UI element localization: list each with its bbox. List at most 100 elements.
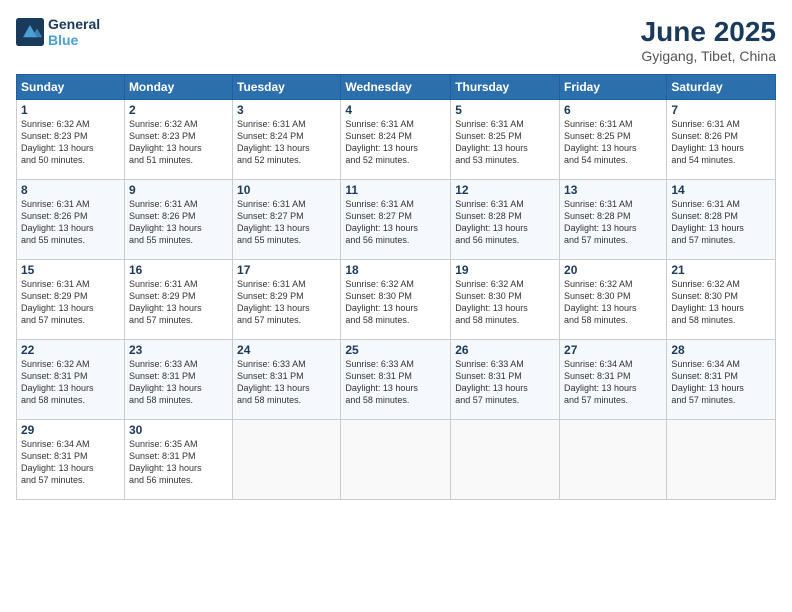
- week-row-5: 29Sunrise: 6:34 AM Sunset: 8:31 PM Dayli…: [17, 420, 776, 500]
- day-number: 11: [345, 183, 446, 197]
- calendar-cell: 23Sunrise: 6:33 AM Sunset: 8:31 PM Dayli…: [124, 340, 232, 420]
- day-number: 22: [21, 343, 120, 357]
- day-number: 30: [129, 423, 228, 437]
- day-info: Sunrise: 6:31 AM Sunset: 8:29 PM Dayligh…: [237, 278, 336, 327]
- calendar-cell: 1Sunrise: 6:32 AM Sunset: 8:23 PM Daylig…: [17, 100, 125, 180]
- page-header: General Blue June 2025 Gyigang, Tibet, C…: [16, 16, 776, 64]
- day-info: Sunrise: 6:31 AM Sunset: 8:24 PM Dayligh…: [237, 118, 336, 167]
- day-info: Sunrise: 6:31 AM Sunset: 8:29 PM Dayligh…: [129, 278, 228, 327]
- day-info: Sunrise: 6:32 AM Sunset: 8:30 PM Dayligh…: [345, 278, 446, 327]
- day-number: 19: [455, 263, 555, 277]
- calendar-cell: 22Sunrise: 6:32 AM Sunset: 8:31 PM Dayli…: [17, 340, 125, 420]
- dow-header-saturday: Saturday: [667, 75, 776, 100]
- day-info: Sunrise: 6:31 AM Sunset: 8:25 PM Dayligh…: [455, 118, 555, 167]
- dow-header-sunday: Sunday: [17, 75, 125, 100]
- day-number: 15: [21, 263, 120, 277]
- location: Gyigang, Tibet, China: [641, 48, 776, 64]
- day-number: 2: [129, 103, 228, 117]
- day-number: 24: [237, 343, 336, 357]
- day-info: Sunrise: 6:31 AM Sunset: 8:28 PM Dayligh…: [455, 198, 555, 247]
- day-info: Sunrise: 6:32 AM Sunset: 8:30 PM Dayligh…: [564, 278, 662, 327]
- day-info: Sunrise: 6:31 AM Sunset: 8:24 PM Dayligh…: [345, 118, 446, 167]
- day-info: Sunrise: 6:31 AM Sunset: 8:26 PM Dayligh…: [129, 198, 228, 247]
- day-number: 25: [345, 343, 446, 357]
- day-number: 9: [129, 183, 228, 197]
- calendar-cell: [341, 420, 451, 500]
- week-row-4: 22Sunrise: 6:32 AM Sunset: 8:31 PM Dayli…: [17, 340, 776, 420]
- calendar-cell: 27Sunrise: 6:34 AM Sunset: 8:31 PM Dayli…: [560, 340, 667, 420]
- calendar-cell: 10Sunrise: 6:31 AM Sunset: 8:27 PM Dayli…: [233, 180, 341, 260]
- dow-header-monday: Monday: [124, 75, 232, 100]
- day-number: 28: [671, 343, 771, 357]
- calendar-cell: [451, 420, 560, 500]
- calendar-cell: 15Sunrise: 6:31 AM Sunset: 8:29 PM Dayli…: [17, 260, 125, 340]
- week-row-1: 1 Sunrise: 6:32 AM Sunset: 8:23 PM Daylig…: [17, 100, 776, 180]
- days-of-week-row: SundayMondayTuesdayWednesdayThursdayFrid…: [17, 75, 776, 100]
- day-info: Sunrise: 6:31 AM Sunset: 8:26 PM Dayligh…: [671, 118, 771, 167]
- day-number: 13: [564, 183, 662, 197]
- logo-icon: [16, 18, 44, 46]
- calendar-cell: [667, 420, 776, 500]
- logo-text: General Blue: [48, 16, 100, 48]
- day-number: 21: [671, 263, 771, 277]
- day-number: 10: [237, 183, 336, 197]
- month-title: June 2025: [641, 16, 776, 48]
- day-info: Sunrise: 6:31 AM Sunset: 8:27 PM Dayligh…: [237, 198, 336, 247]
- day-info: Sunrise: 6:35 AM Sunset: 8:31 PM Dayligh…: [129, 438, 228, 487]
- day-info: Sunrise: 6:34 AM Sunset: 8:31 PM Dayligh…: [564, 358, 662, 407]
- calendar-cell: 5Sunrise: 6:31 AM Sunset: 8:25 PM Daylig…: [451, 100, 560, 180]
- calendar-cell: 4Sunrise: 6:31 AM Sunset: 8:24 PM Daylig…: [341, 100, 451, 180]
- calendar-cell: 7Sunrise: 6:31 AM Sunset: 8:26 PM Daylig…: [667, 100, 776, 180]
- dow-header-friday: Friday: [560, 75, 667, 100]
- calendar-cell: 20Sunrise: 6:32 AM Sunset: 8:30 PM Dayli…: [560, 260, 667, 340]
- dow-header-thursday: Thursday: [451, 75, 560, 100]
- calendar-cell: 24Sunrise: 6:33 AM Sunset: 8:31 PM Dayli…: [233, 340, 341, 420]
- day-number: 23: [129, 343, 228, 357]
- calendar-cell: [233, 420, 341, 500]
- day-info: Sunrise: 6:32 AM Sunset: 8:30 PM Dayligh…: [455, 278, 555, 327]
- day-number: 16: [129, 263, 228, 277]
- day-info: Sunrise: 6:31 AM Sunset: 8:28 PM Dayligh…: [564, 198, 662, 247]
- calendar-cell: 19Sunrise: 6:32 AM Sunset: 8:30 PM Dayli…: [451, 260, 560, 340]
- day-info: Sunrise: 6:31 AM Sunset: 8:29 PM Dayligh…: [21, 278, 120, 327]
- calendar-cell: 29Sunrise: 6:34 AM Sunset: 8:31 PM Dayli…: [17, 420, 125, 500]
- day-info: Sunrise: 6:31 AM Sunset: 8:26 PM Dayligh…: [21, 198, 120, 247]
- day-info: Sunrise: 6:34 AM Sunset: 8:31 PM Dayligh…: [21, 438, 120, 487]
- calendar-cell: 21Sunrise: 6:32 AM Sunset: 8:30 PM Dayli…: [667, 260, 776, 340]
- day-number: 17: [237, 263, 336, 277]
- title-block: June 2025 Gyigang, Tibet, China: [641, 16, 776, 64]
- calendar-cell: 14Sunrise: 6:31 AM Sunset: 8:28 PM Dayli…: [667, 180, 776, 260]
- day-info: Sunrise: 6:31 AM Sunset: 8:27 PM Dayligh…: [345, 198, 446, 247]
- day-number: 18: [345, 263, 446, 277]
- day-number: 26: [455, 343, 555, 357]
- day-info: Sunrise: 6:32 AM Sunset: 8:23 PM Dayligh…: [129, 118, 228, 167]
- week-row-2: 8Sunrise: 6:31 AM Sunset: 8:26 PM Daylig…: [17, 180, 776, 260]
- logo: General Blue: [16, 16, 100, 48]
- day-number: 4: [345, 103, 446, 117]
- dow-header-tuesday: Tuesday: [233, 75, 341, 100]
- day-info: Sunrise: 6:32 AM Sunset: 8:30 PM Dayligh…: [671, 278, 771, 327]
- day-number: 8: [21, 183, 120, 197]
- calendar-cell: 16Sunrise: 6:31 AM Sunset: 8:29 PM Dayli…: [124, 260, 232, 340]
- day-info: Sunrise: 6:34 AM Sunset: 8:31 PM Dayligh…: [671, 358, 771, 407]
- day-number: 29: [21, 423, 120, 437]
- day-info: Sunrise: 6:33 AM Sunset: 8:31 PM Dayligh…: [455, 358, 555, 407]
- day-info: Sunrise: 6:31 AM Sunset: 8:25 PM Dayligh…: [564, 118, 662, 167]
- day-number: 14: [671, 183, 771, 197]
- calendar-table: SundayMondayTuesdayWednesdayThursdayFrid…: [16, 74, 776, 500]
- day-number: 1: [21, 103, 120, 117]
- calendar-cell: 17Sunrise: 6:31 AM Sunset: 8:29 PM Dayli…: [233, 260, 341, 340]
- calendar-cell: 12Sunrise: 6:31 AM Sunset: 8:28 PM Dayli…: [451, 180, 560, 260]
- calendar-cell: 18Sunrise: 6:32 AM Sunset: 8:30 PM Dayli…: [341, 260, 451, 340]
- calendar-page: General Blue June 2025 Gyigang, Tibet, C…: [0, 0, 792, 612]
- day-number: 12: [455, 183, 555, 197]
- day-info: Sunrise: 6:33 AM Sunset: 8:31 PM Dayligh…: [345, 358, 446, 407]
- calendar-cell: 13Sunrise: 6:31 AM Sunset: 8:28 PM Dayli…: [560, 180, 667, 260]
- calendar-cell: 3Sunrise: 6:31 AM Sunset: 8:24 PM Daylig…: [233, 100, 341, 180]
- day-number: 20: [564, 263, 662, 277]
- calendar-cell: 11Sunrise: 6:31 AM Sunset: 8:27 PM Dayli…: [341, 180, 451, 260]
- calendar-body: 1 Sunrise: 6:32 AM Sunset: 8:23 PM Daylig…: [17, 100, 776, 500]
- day-number: 6: [564, 103, 662, 117]
- dow-header-wednesday: Wednesday: [341, 75, 451, 100]
- day-number: 7: [671, 103, 771, 117]
